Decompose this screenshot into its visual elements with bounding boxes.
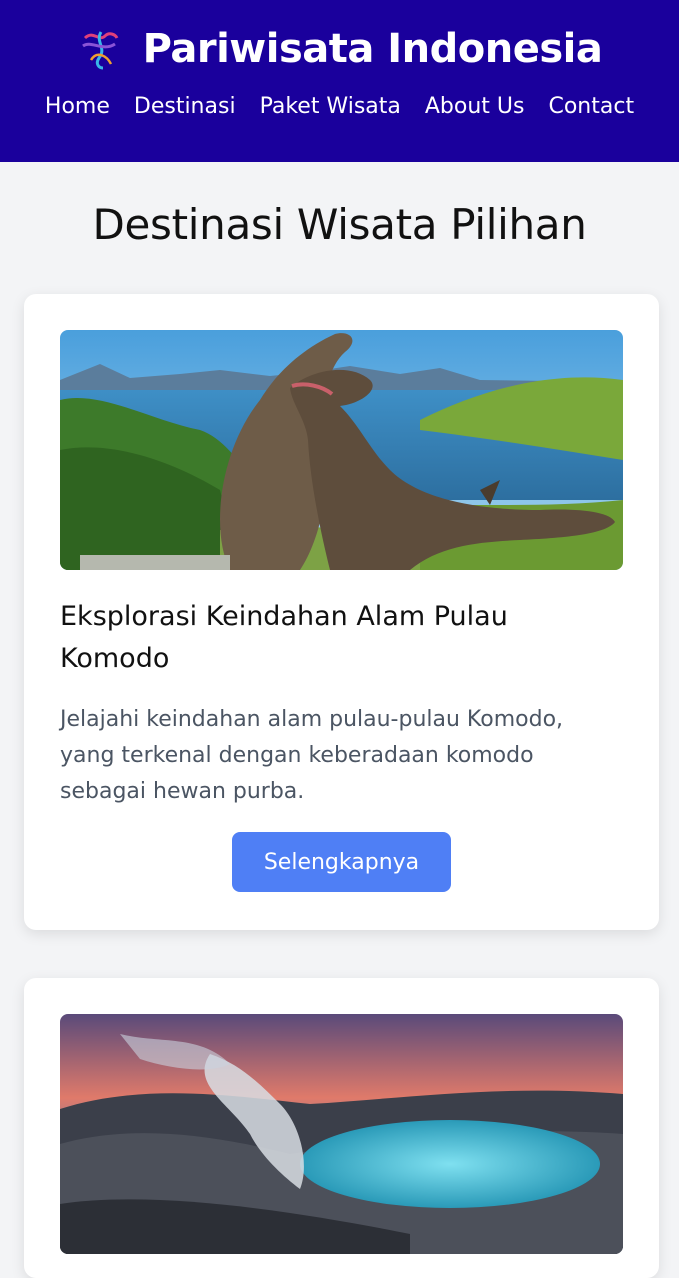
card-description: Jelajahi keindahan alam pulau-pulau Komo… bbox=[60, 707, 564, 804]
nav-destinasi[interactable]: Destinasi bbox=[134, 94, 236, 119]
card-actions: Selengkapnya bbox=[60, 832, 623, 892]
destination-card bbox=[24, 978, 659, 1278]
main-nav: Home Destinasi Paket Wisata About Us Con… bbox=[0, 94, 679, 119]
brand[interactable]: Pariwisata Indonesia bbox=[0, 26, 679, 72]
nav-paket-wisata[interactable]: Paket Wisata bbox=[260, 94, 401, 119]
nav-about-us[interactable]: About Us bbox=[425, 94, 525, 119]
komodo-island-photo bbox=[60, 330, 623, 570]
ribbon-logo-icon bbox=[81, 31, 118, 70]
site-header: Pariwisata Indonesia Home Destinasi Pake… bbox=[0, 0, 679, 162]
nav-contact[interactable]: Contact bbox=[548, 94, 634, 119]
page-title: Destinasi Wisata Pilihan bbox=[92, 200, 587, 249]
nav-home[interactable]: Home bbox=[45, 94, 110, 119]
volcano-crater-lake-photo bbox=[60, 1014, 623, 1254]
destination-card: Eksplorasi Keindahan Alam Pulau Komodo J… bbox=[24, 294, 659, 930]
card-title: Eksplorasi Keindahan Alam Pulau Komodo bbox=[60, 601, 508, 674]
site-title: Pariwisata Indonesia bbox=[142, 26, 603, 72]
read-more-button[interactable]: Selengkapnya bbox=[232, 832, 451, 892]
